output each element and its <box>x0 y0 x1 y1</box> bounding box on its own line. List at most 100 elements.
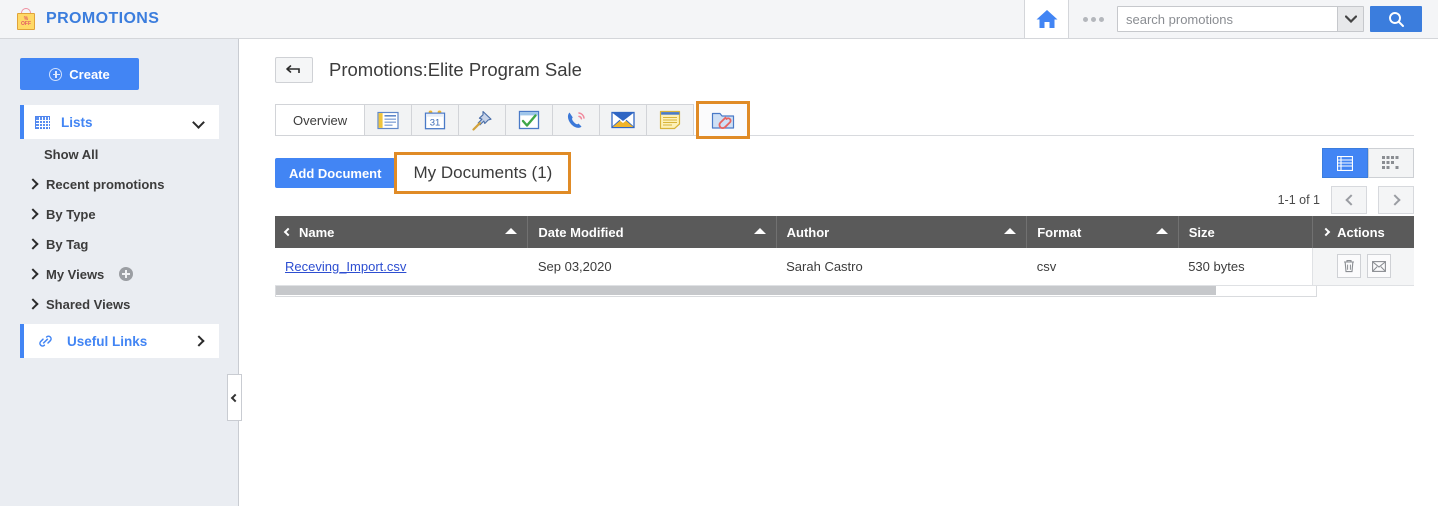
sort-ascending-icon[interactable] <box>754 228 766 234</box>
sidebar-item-shared-views[interactable]: Shared Views <box>0 289 238 319</box>
tab-label: Overview <box>293 113 347 128</box>
column-header-actions[interactable]: Actions <box>1313 216 1414 248</box>
pagination: 1-1 of 1 <box>1278 186 1414 214</box>
column-label: Date Modified <box>538 225 623 240</box>
bag-tag-off: OFF <box>21 21 31 27</box>
tab-details[interactable] <box>364 104 412 136</box>
search-icon <box>1388 11 1405 28</box>
svg-text:31: 31 <box>430 117 441 128</box>
sort-ascending-icon[interactable] <box>1004 228 1016 234</box>
chevron-right-icon <box>193 335 204 346</box>
email-button[interactable] <box>1367 254 1391 278</box>
sidebar-subitem-label: Recent promotions <box>46 177 164 192</box>
next-page-button[interactable] <box>1378 186 1414 214</box>
notes-icon <box>659 110 681 130</box>
grid-view-icon <box>1382 156 1400 170</box>
create-button[interactable]: Create <box>20 58 139 90</box>
email-icon <box>1372 261 1386 272</box>
link-icon <box>37 334 54 349</box>
list-view-button[interactable] <box>1322 148 1368 178</box>
documents-toolbar: Add Document My Documents (1) <box>240 152 1438 194</box>
sort-ascending-icon[interactable] <box>505 228 517 234</box>
chevron-right-icon <box>27 298 38 309</box>
sidebar-item-show-all[interactable]: Show All <box>0 139 238 169</box>
overflow-menu-button[interactable] <box>1069 17 1117 22</box>
column-label: Actions <box>1337 225 1385 240</box>
tab-overview[interactable]: Overview <box>275 104 365 136</box>
details-list-icon <box>377 111 399 130</box>
view-toggle <box>1322 148 1414 178</box>
tab-bar: Overview 31 <box>240 98 1438 136</box>
cell-author: Sarah Castro <box>776 248 1027 285</box>
sidebar-subitem-label: By Type <box>46 207 96 222</box>
chevron-left-icon[interactable] <box>284 228 292 236</box>
chevron-left-icon <box>230 393 238 401</box>
back-button[interactable] <box>275 57 313 83</box>
delete-button[interactable] <box>1337 254 1361 278</box>
sidebar-item-my-views[interactable]: My Views <box>0 259 238 289</box>
brand-title: PROMOTIONS <box>46 10 159 28</box>
list-view-icon <box>1337 156 1353 171</box>
sidebar-item-recent-promotions[interactable]: Recent promotions <box>0 169 238 199</box>
sidebar-item-useful-links[interactable]: Useful Links <box>20 324 219 358</box>
add-view-icon[interactable] <box>119 267 133 281</box>
column-header-author[interactable]: Author <box>776 216 1027 248</box>
document-link[interactable]: Receving_Import.csv <box>285 259 406 274</box>
page-title: Promotions:Elite Program Sale <box>329 59 582 81</box>
home-button[interactable] <box>1024 0 1069 38</box>
tab-notes[interactable] <box>646 104 694 136</box>
main-content: Promotions:Elite Program Sale Overview 3… <box>240 39 1438 506</box>
chevron-right-icon <box>27 238 38 249</box>
email-envelope-icon <box>611 111 635 129</box>
tab-calendar[interactable]: 31 <box>411 104 459 136</box>
attachments-folder-icon <box>711 110 735 131</box>
sidebar: Create Lists Show All Recent promotions … <box>0 39 239 506</box>
scrollbar-thumb[interactable] <box>276 286 1216 295</box>
column-header-date-modified[interactable]: Date Modified <box>528 216 776 248</box>
documents-table-wrapper: Name Date Modified Author <box>275 216 1414 297</box>
sidebar-item-by-type[interactable]: By Type <box>0 199 238 229</box>
chevron-right-icon <box>27 208 38 219</box>
documents-section-title: My Documents (1) <box>394 152 571 194</box>
sidebar-subitem-label: Show All <box>44 147 98 162</box>
back-arrow-icon <box>285 63 303 77</box>
column-header-size[interactable]: Size <box>1178 216 1312 248</box>
top-bar: % OFF PROMOTIONS <box>0 0 1438 39</box>
prev-page-button[interactable] <box>1331 186 1367 214</box>
sidebar-subitem-label: By Tag <box>46 237 88 252</box>
sidebar-item-by-tag[interactable]: By Tag <box>0 229 238 259</box>
add-document-button[interactable]: Add Document <box>275 158 395 188</box>
column-header-name[interactable]: Name <box>275 216 528 248</box>
title-row: Promotions:Elite Program Sale <box>240 39 1438 83</box>
sort-ascending-icon[interactable] <box>1156 228 1168 234</box>
chevron-right-icon <box>1389 194 1400 205</box>
column-header-format[interactable]: Format <box>1027 216 1178 248</box>
shopping-bag-percent-icon: % OFF <box>16 7 36 31</box>
tab-emails[interactable] <box>599 104 647 136</box>
column-label: Format <box>1037 225 1081 240</box>
chevron-right-icon <box>27 268 38 279</box>
task-check-icon <box>518 110 540 130</box>
table-row: Receving_Import.csv Sep 03,2020 Sarah Ca… <box>275 248 1414 285</box>
tab-tasks[interactable] <box>505 104 553 136</box>
grid-view-button[interactable] <box>1368 148 1414 178</box>
pushpin-icon <box>471 110 493 131</box>
search-input[interactable] <box>1118 12 1337 27</box>
column-label: Size <box>1189 225 1215 240</box>
chevron-left-icon <box>1345 194 1356 205</box>
create-button-label: Create <box>69 67 109 82</box>
search-scope-dropdown[interactable] <box>1337 7 1363 31</box>
chevron-right-icon[interactable] <box>1322 228 1330 236</box>
sidebar-item-lists[interactable]: Lists <box>20 105 219 139</box>
column-label: Author <box>787 225 830 240</box>
tab-attachments[interactable] <box>696 101 750 139</box>
tab-pin[interactable] <box>458 104 506 136</box>
chevron-down-icon <box>1345 15 1357 23</box>
cell-date-modified: Sep 03,2020 <box>528 248 776 285</box>
tab-calls[interactable] <box>552 104 600 136</box>
cell-size: 530 bytes <box>1178 248 1312 285</box>
search-button[interactable] <box>1370 6 1422 32</box>
sidebar-collapse-handle[interactable] <box>227 374 242 421</box>
cell-format: csv <box>1027 248 1178 285</box>
table-horizontal-scrollbar[interactable] <box>275 286 1317 297</box>
